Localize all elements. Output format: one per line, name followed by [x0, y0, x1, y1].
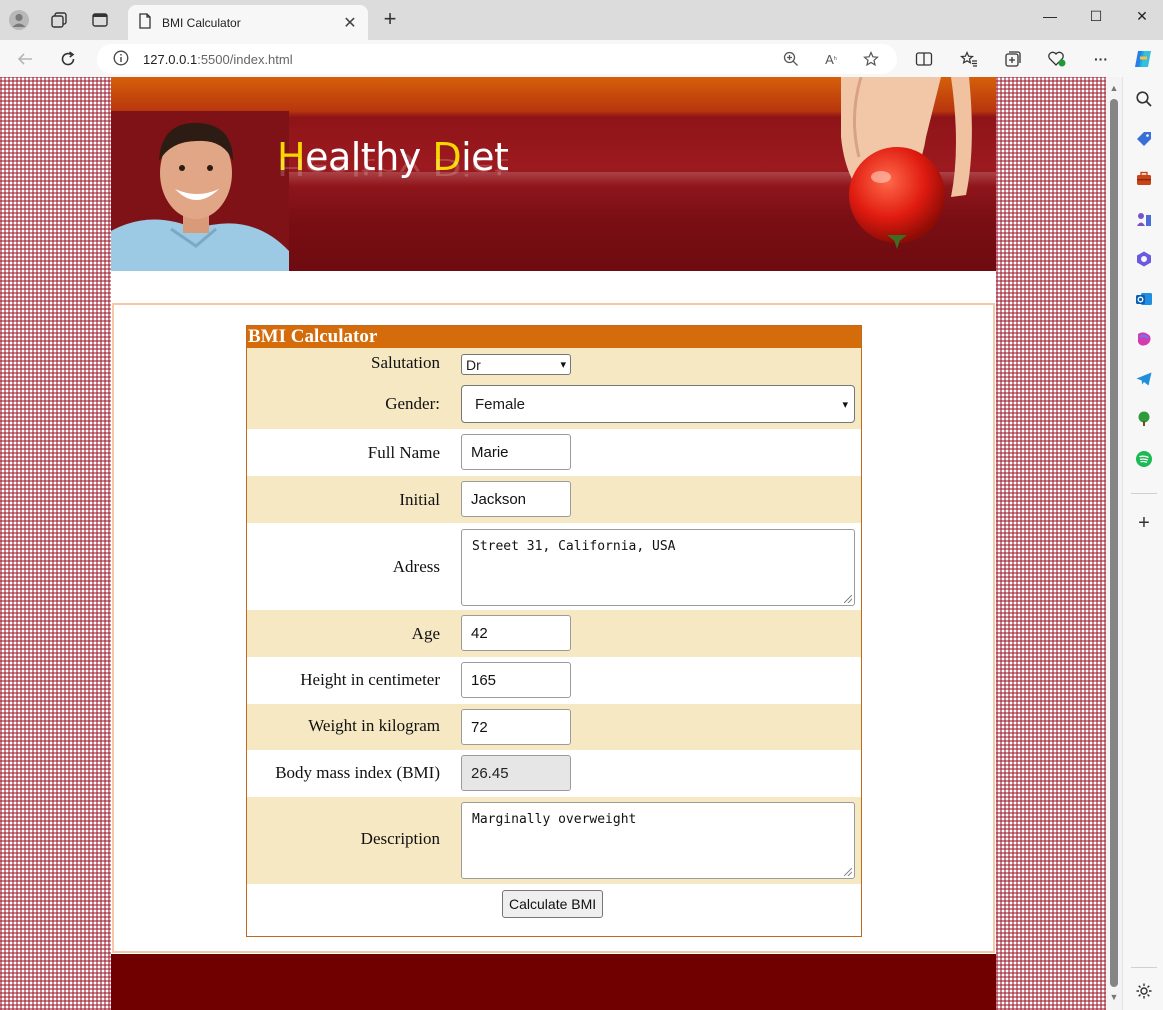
address-label: Adress [392, 557, 440, 576]
vertical-scrollbar[interactable]: ▲ ▼ [1106, 77, 1122, 1010]
url-text: 127.0.0.1:5500/index.html [143, 51, 293, 67]
favorite-star-icon[interactable] [861, 49, 881, 69]
header-banner: Healthy Diet Healthy Diet [111, 77, 996, 271]
refresh-icon[interactable] [55, 46, 81, 72]
salutation-value: Dr [466, 356, 481, 373]
settings-gear-icon[interactable] [1134, 981, 1154, 1001]
description-label: Description [360, 829, 440, 848]
description-value: Marginally overweight [472, 812, 637, 827]
favorites-icon[interactable] [957, 47, 981, 71]
weight-row: Weight in kilogram 72 [247, 704, 861, 750]
gender-value: Female [475, 395, 526, 413]
initial-input[interactable]: Jackson [461, 481, 571, 517]
chevron-down-icon: ▾ [560, 359, 566, 371]
salutation-label: Salutation [371, 353, 440, 372]
scrollbar-thumb[interactable] [1110, 99, 1118, 987]
tab-title: BMI Calculator [162, 15, 241, 30]
bmi-row: Body mass index (BMI) 26.45 [247, 750, 861, 797]
read-aloud-icon[interactable]: Aʰ [821, 49, 841, 69]
height-label: Height in centimeter [300, 670, 440, 689]
address-value: Street 31, California, USA [472, 539, 676, 554]
initial-row: Initial Jackson [247, 476, 861, 523]
height-input[interactable]: 165 [461, 662, 571, 698]
form-title: BMI Calculator [247, 326, 861, 348]
collections-icon[interactable] [1001, 47, 1025, 71]
address-row: Adress Street 31, California, USA [247, 523, 861, 610]
sidebar-divider [1131, 493, 1157, 494]
copilot-icon[interactable] [1131, 47, 1155, 71]
workspaces-icon[interactable] [47, 8, 71, 32]
salutation-row: Salutation Dr ▾ [247, 348, 861, 384]
salutation-select[interactable]: Dr ▾ [461, 354, 571, 375]
description-textarea[interactable]: Marginally overweight [461, 802, 855, 879]
height-row: Height in centimeter 165 [247, 657, 861, 704]
games-icon[interactable] [1134, 209, 1154, 229]
site-logo-reflection: Healthy Diet [277, 153, 509, 180]
browser-essentials-icon[interactable] [1045, 47, 1069, 71]
zoom-icon[interactable] [781, 49, 801, 69]
info-icon[interactable] [113, 50, 129, 69]
more-menu-icon[interactable]: ··· [1089, 47, 1113, 71]
telegram-icon[interactable] [1134, 369, 1154, 389]
copilot-designer-icon[interactable] [1134, 329, 1154, 349]
weight-label: Weight in kilogram [308, 716, 440, 735]
outlook-icon[interactable] [1134, 289, 1154, 309]
gender-row: Gender: Female ▾ [247, 384, 861, 429]
fullname-row: Full Name Marie [247, 429, 861, 476]
page-footer [111, 954, 996, 1010]
chevron-down-icon: ▾ [842, 398, 848, 411]
resize-grip-icon[interactable] [844, 868, 852, 876]
maximize-icon[interactable]: ☐ [1073, 4, 1119, 28]
bmi-label: Body mass index (BMI) [275, 763, 440, 782]
address-bar[interactable]: 127.0.0.1:5500/index.html Aʰ [97, 44, 897, 74]
close-window-icon[interactable]: ✕ [1119, 4, 1163, 28]
page-icon [138, 13, 152, 32]
scroll-down-arrow-icon[interactable]: ▼ [1109, 992, 1119, 1002]
age-input[interactable]: 42 [461, 615, 571, 651]
description-row: Description Marginally overweight [247, 797, 861, 884]
add-sidebar-app-icon[interactable]: + [1134, 512, 1154, 534]
tab-bar: BMI Calculator ✕ + — ☐ ✕ [0, 0, 1163, 40]
profile-icon[interactable] [7, 8, 31, 32]
gender-select[interactable]: Female ▾ [461, 385, 855, 423]
button-row: Calculate BMI [247, 884, 861, 934]
spotify-icon[interactable] [1134, 449, 1154, 469]
close-tab-icon[interactable]: ✕ [342, 13, 358, 33]
address-textarea[interactable]: Street 31, California, USA [461, 529, 855, 606]
fullname-label: Full Name [367, 443, 440, 462]
split-screen-icon[interactable] [912, 47, 936, 71]
resize-grip-icon[interactable] [844, 595, 852, 603]
sidebar-bottom-divider [1131, 967, 1157, 968]
vertical-tabs-icon[interactable] [88, 8, 112, 32]
gender-label: Gender: [385, 394, 440, 413]
search-icon[interactable] [1134, 89, 1154, 109]
content-area: BMI Calculator Salutation Dr ▾ Gender: F… [112, 303, 995, 953]
age-row: Age 42 [247, 610, 861, 657]
scroll-up-arrow-icon[interactable]: ▲ [1109, 83, 1119, 93]
hand-holding-tomato-image [841, 77, 972, 249]
smiling-man-image [111, 111, 289, 271]
microsoft-365-icon[interactable] [1134, 249, 1154, 269]
edge-sidebar: + [1122, 77, 1163, 1010]
tools-icon[interactable] [1134, 169, 1154, 189]
address-bar-row: 127.0.0.1:5500/index.html Aʰ ··· [0, 40, 1163, 77]
weight-input[interactable]: 72 [461, 709, 571, 745]
tree-icon[interactable] [1134, 409, 1154, 429]
tab-bmi-calculator[interactable]: BMI Calculator ✕ [128, 5, 368, 40]
new-tab-button[interactable]: + [378, 8, 402, 32]
bmi-form: BMI Calculator Salutation Dr ▾ Gender: F… [246, 325, 862, 937]
page-viewport: Healthy Diet Healthy Diet BMI Calculator… [0, 77, 1122, 1010]
calculate-bmi-button[interactable]: Calculate BMI [502, 890, 604, 918]
page-container: Healthy Diet Healthy Diet BMI Calculator… [111, 77, 996, 1010]
fullname-input[interactable]: Marie [461, 434, 571, 470]
shopping-tag-icon[interactable] [1134, 129, 1154, 149]
bmi-output: 26.45 [461, 755, 571, 791]
minimize-icon[interactable]: — [1027, 4, 1073, 28]
back-icon[interactable] [12, 46, 38, 72]
age-label: Age [411, 624, 440, 643]
initial-label: Initial [399, 490, 440, 509]
